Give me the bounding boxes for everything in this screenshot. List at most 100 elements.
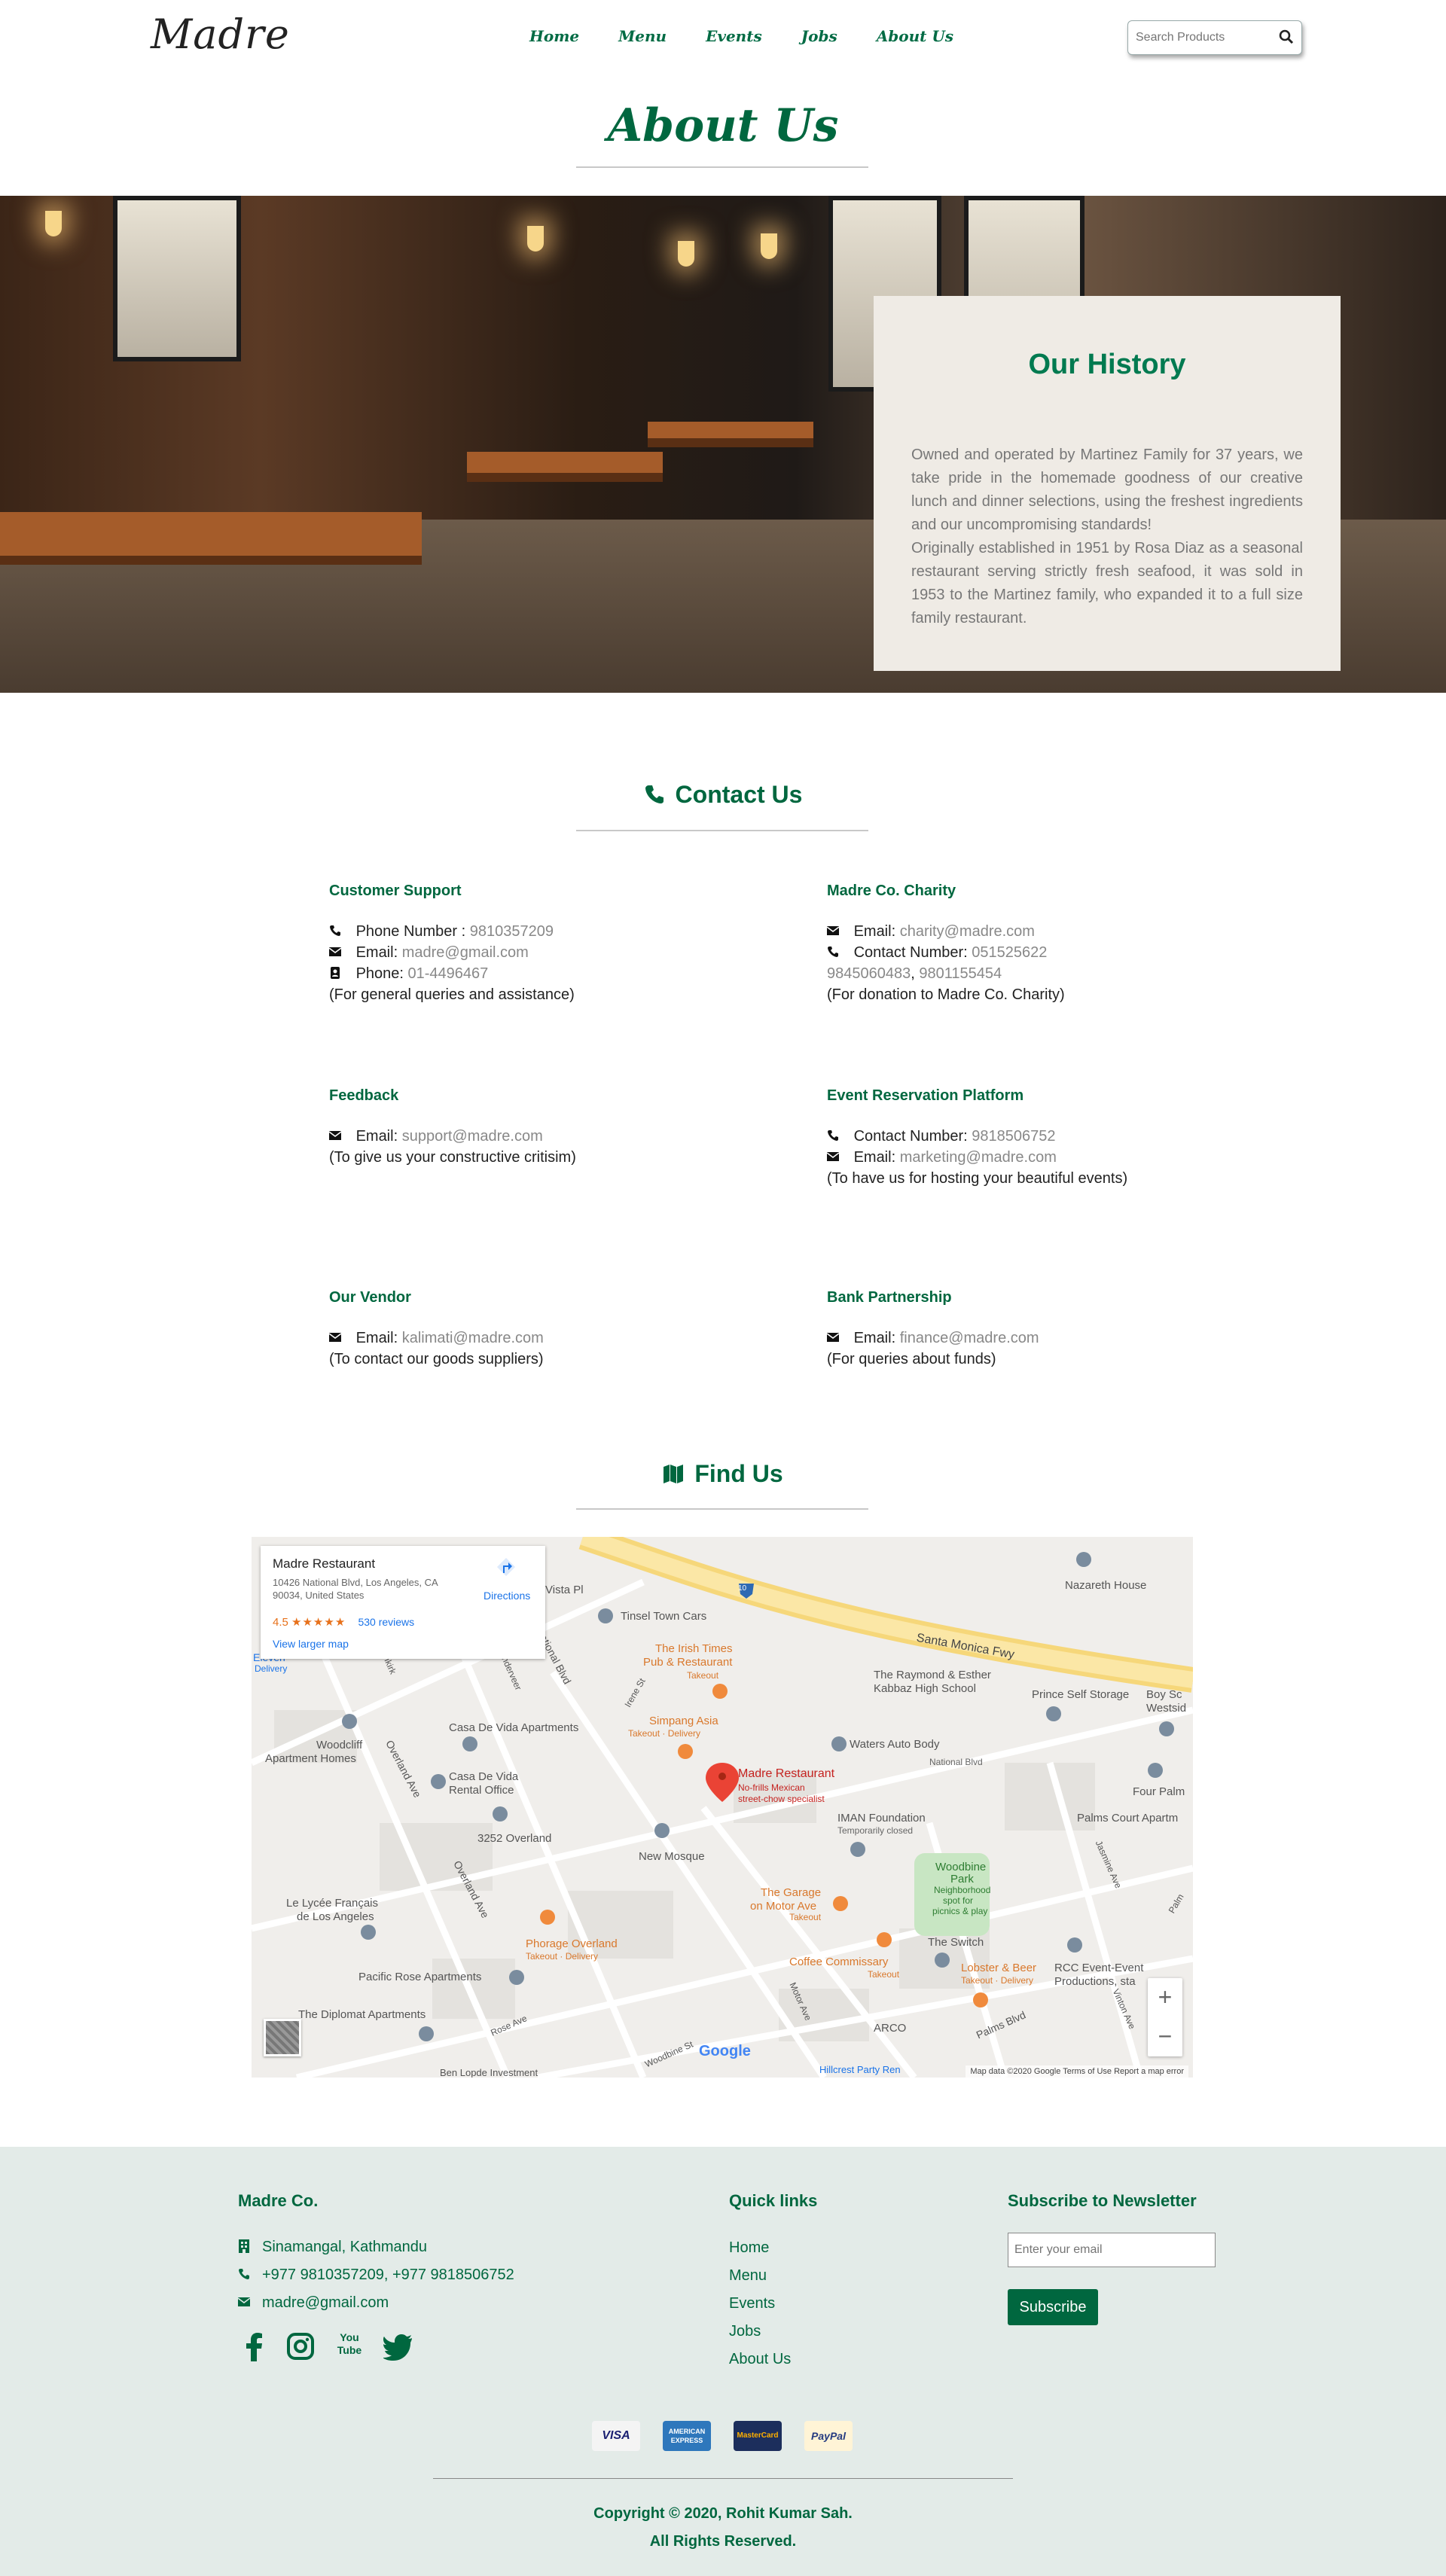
- footer-phones: +977 9810357209, +977 9818506752: [238, 2267, 514, 2284]
- directions-link[interactable]: Directions: [484, 1590, 530, 1602]
- map-label: The Switch: [928, 1936, 984, 1949]
- footer-link-menu[interactable]: Menu: [729, 2267, 767, 2285]
- phone2-line: Phone: 01-4496467: [329, 963, 751, 984]
- footer-email-text[interactable]: madre@gmail.com: [262, 2294, 389, 2311]
- block-title: Event Reservation Platform: [827, 1087, 1024, 1104]
- nav-home[interactable]: Home: [529, 27, 579, 45]
- zoom-out-button[interactable]: −: [1148, 2017, 1182, 2056]
- contact-value[interactable]: 051525622: [972, 944, 1047, 961]
- email-label: Email:: [355, 944, 398, 961]
- map-label: RCC Event-Event: [1054, 1962, 1144, 1974]
- mobile-line: 9845060483, 9801155454: [827, 963, 1143, 984]
- block-note: (To contact our goods suppliers): [329, 1351, 544, 1367]
- footer-address-text: Sinamangal, Kathmandu: [262, 2239, 428, 2255]
- map-label: on Motor Ave: [750, 1900, 817, 1913]
- satellite-toggle[interactable]: [264, 2019, 301, 2056]
- map-label: ARCO: [874, 2022, 907, 2035]
- email-value[interactable]: charity@madre.com: [900, 923, 1035, 940]
- phone2-value[interactable]: 01-4496467: [408, 965, 489, 982]
- footer-email: madre@gmail.com: [238, 2294, 389, 2312]
- block-title: Madre Co. Charity: [827, 883, 956, 899]
- phone-icon: [239, 2269, 249, 2279]
- view-larger-map-link[interactable]: View larger map: [273, 1638, 349, 1650]
- map-label: spot for: [943, 1895, 974, 1906]
- history-title: Our History: [1028, 349, 1186, 380]
- reviews-link[interactable]: 530 reviews: [358, 1616, 414, 1628]
- email-value[interactable]: finance@madre.com: [900, 1330, 1039, 1346]
- facebook-icon[interactable]: [241, 2331, 268, 2361]
- youtube-icon[interactable]: You Tube: [334, 2331, 365, 2361]
- search-box: [1127, 20, 1302, 55]
- map-label: Pub & Restaurant: [643, 1656, 733, 1669]
- map-label: Takeout: [868, 1969, 900, 1980]
- mobile-value[interactable]: 9801155454: [919, 965, 1002, 982]
- block-note: (For general queries and assistance): [329, 986, 575, 1003]
- search-input[interactable]: [1136, 31, 1271, 44]
- pendant-light: [527, 226, 544, 252]
- map-label: Prince Self Storage: [1032, 1688, 1130, 1701]
- map-attribution[interactable]: Map data ©2020 Google Terms of Use Repor…: [966, 2065, 1188, 2078]
- phone-icon: [828, 1130, 838, 1141]
- quick-links-title: Quick links: [729, 2191, 818, 2210]
- mobile-value[interactable]: 9845060483: [827, 965, 911, 982]
- vendor-block: Our Vendor Email: kalimati@madre.com (To…: [329, 1289, 751, 1370]
- nav-jobs[interactable]: Jobs: [801, 27, 837, 45]
- charity-block: Madre Co. Charity Email: charity@madre.c…: [827, 883, 1143, 1005]
- site-logo[interactable]: Madre: [151, 11, 290, 58]
- footer-address: Sinamangal, Kathmandu: [238, 2239, 427, 2256]
- email-value[interactable]: madre@gmail.com: [402, 944, 529, 961]
- history-paragraph: Originally established in 1951 by Rosa D…: [911, 540, 1303, 626]
- phone-value[interactable]: 9810357209: [470, 923, 554, 940]
- search-icon[interactable]: [1279, 29, 1294, 44]
- map-label: Park: [950, 1873, 974, 1886]
- hero-table: [648, 422, 813, 447]
- email-label: Email:: [355, 1128, 398, 1145]
- map-label: Takeout · Delivery: [526, 1951, 599, 1962]
- amex-icon: AMERICAN EXPRESS: [663, 2421, 711, 2451]
- email-value[interactable]: support@madre.com: [402, 1128, 543, 1145]
- email-line: Email: charity@madre.com: [827, 921, 1143, 942]
- email-value[interactable]: marketing@madre.com: [900, 1149, 1057, 1166]
- footer-link-events[interactable]: Events: [729, 2295, 775, 2312]
- hero-table: [467, 452, 663, 482]
- footer-divider: [433, 2478, 1013, 2479]
- envelope-icon: [827, 1333, 839, 1342]
- embedded-map[interactable]: Vista Pl Tinsel Town Cars Nazareth House…: [252, 1537, 1193, 2078]
- contact-value[interactable]: 9818506752: [972, 1128, 1055, 1145]
- phone-label: Phone Number :: [355, 923, 466, 940]
- map-label: Nazareth House: [1065, 1579, 1147, 1592]
- newsletter-email-input[interactable]: [1008, 2233, 1216, 2267]
- email-value[interactable]: kalimati@madre.com: [402, 1330, 544, 1346]
- directions-icon[interactable]: [496, 1556, 517, 1578]
- footer-link-jobs[interactable]: Jobs: [729, 2323, 761, 2340]
- block-note: (For queries about funds): [827, 1351, 996, 1367]
- envelope-icon: [329, 947, 341, 956]
- nav-events[interactable]: Events: [706, 27, 762, 45]
- map-label: Ben Lopde Investment: [440, 2067, 538, 2078]
- map-label: Woodbine: [935, 1861, 987, 1873]
- contact-heading-text: Contact Us: [675, 781, 803, 808]
- zoom-in-button[interactable]: +: [1148, 1978, 1182, 2017]
- newsletter-title: Subscribe to Newsletter: [1008, 2191, 1197, 2210]
- envelope-icon: [329, 1131, 341, 1140]
- phone-icon: [330, 925, 340, 936]
- footer-link-home[interactable]: Home: [729, 2239, 769, 2257]
- page-title: About Us: [607, 99, 839, 152]
- map-label: Four Palm: [1133, 1785, 1185, 1798]
- place-card: Madre Restaurant 10426 National Blvd, Lo…: [261, 1546, 545, 1659]
- map-label: The Diplomat Apartments: [298, 2008, 426, 2021]
- nav-about-us[interactable]: About Us: [877, 27, 953, 45]
- footer-phones-text[interactable]: +977 9810357209, +977 9818506752: [262, 2267, 514, 2283]
- twitter-icon[interactable]: [383, 2331, 413, 2361]
- phone-icon: [645, 785, 664, 803]
- place-name: Madre Restaurant: [273, 1556, 376, 1571]
- copyright-text: Copyright © 2020, Rohit Kumar Sah.: [593, 2505, 853, 2522]
- subscribe-button[interactable]: Subscribe: [1008, 2289, 1098, 2325]
- email-line: Email: support@madre.com: [329, 1126, 751, 1147]
- footer-link-about-us[interactable]: About Us: [729, 2351, 791, 2368]
- instagram-icon[interactable]: [287, 2331, 314, 2361]
- nav-menu[interactable]: Menu: [618, 27, 667, 45]
- map-label: de Los Angeles: [297, 1910, 374, 1923]
- history-card: Our History Owned and operated by Martin…: [874, 296, 1341, 671]
- map-label: The Garage: [761, 1886, 822, 1899]
